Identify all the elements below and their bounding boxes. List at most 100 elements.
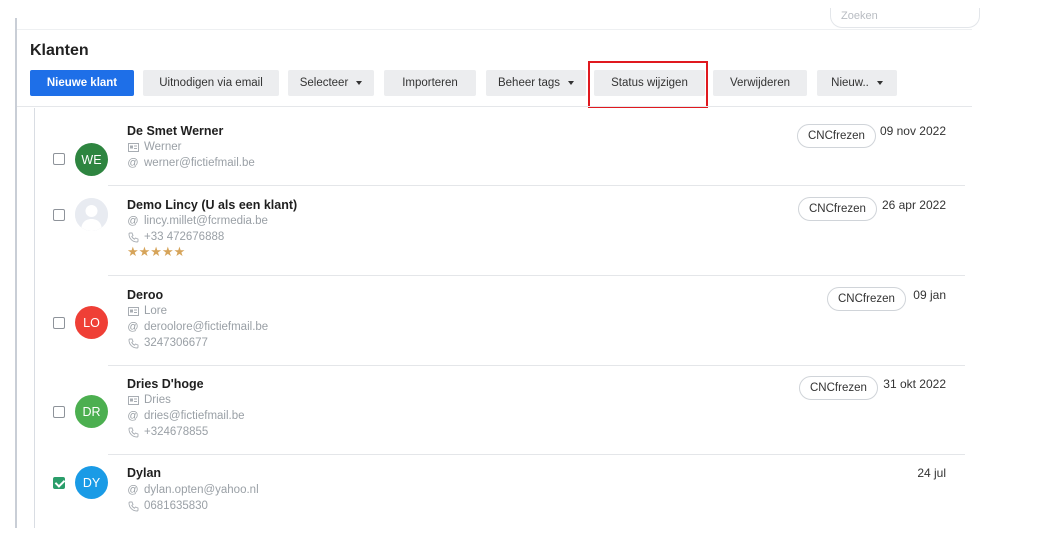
header-divider [17,29,972,30]
user-placeholder-icon [75,198,108,231]
caret-down-icon [356,81,363,85]
phone-line: +33 472676888 [127,231,224,243]
at-icon: @ [127,215,139,227]
select-label: Selecteer [299,77,349,89]
new-more-dropdown-button[interactable]: Nieuw.. [817,70,897,96]
table-row[interactable]: Demo Lincy (U als een klant) @ lincy.mil… [35,186,965,275]
email-text[interactable]: lincy.millet@fcrmedia.be [144,215,268,227]
customer-name[interactable]: De Smet Werner [127,124,223,138]
contact-name: Lore [127,305,167,317]
customer-name[interactable]: Dries D'hoge [127,377,204,391]
change-status-button[interactable]: Status wijzigen [594,70,705,96]
table-row[interactable]: WE De Smet Werner Werner @ werner@fictie… [35,108,965,186]
email-line: @ deroolore@fictiefmail.be [127,321,268,333]
page-title: Klanten [30,42,89,59]
tag-label: CNCfrezen [810,382,867,394]
customers-page: Zoeken Klanten Nieuwe klant Uitnodigen v… [0,0,1038,543]
tag-label: CNCfrezen [808,130,865,142]
search-input[interactable]: Zoeken [830,8,980,28]
avatar: DR [75,395,108,428]
phone-text[interactable]: +324678855 [144,426,208,438]
select-dropdown-button[interactable]: Selecteer [288,70,374,96]
phone-icon [127,337,139,349]
invite-email-button[interactable]: Uitnodigen via email [143,70,279,96]
customer-name[interactable]: Dylan [127,466,161,480]
change-status-label: Status wijzigen [611,77,688,89]
contact-name: Dries [127,394,171,406]
avatar-initials: DR [82,404,101,419]
contact-name: Werner [127,141,182,153]
contact-name-text: Lore [144,305,168,317]
import-button[interactable]: Importeren [384,70,476,96]
tag-label: CNCfrezen [809,203,866,215]
caret-down-icon [568,81,574,85]
at-icon: @ [127,321,139,333]
customer-name[interactable]: Deroo [127,288,163,302]
table-row[interactable]: LO Deroo Lore @ deroolore@fictiefmail.be… [35,276,965,365]
tag-label: CNCfrezen [838,293,895,305]
avatar [75,198,108,231]
at-icon: @ [127,484,139,496]
tag-badge[interactable]: CNCfrezen [797,124,876,148]
row-date: 31 okt 2022 [883,377,946,391]
avatar-initials: WE [81,152,102,167]
table-row[interactable]: DY Dylan @ dylan.opten@yahoo.nl 06816358… [35,455,965,528]
phone-text[interactable]: +33 472676888 [144,231,224,243]
avatar-initials: DY [82,475,101,490]
avatar: DY [75,466,108,499]
phone-text[interactable]: 3247306677 [144,337,208,349]
caret-down-icon [876,81,883,85]
delete-label: Verwijderen [729,77,791,89]
phone-text[interactable]: 0681635830 [144,500,208,512]
tag-badge[interactable]: CNCfrezen [827,287,906,311]
email-text[interactable]: werner@fictiefmail.be [144,157,255,169]
tag-badge[interactable]: CNCfrezen [798,197,877,221]
phone-line: +324678855 [127,426,208,438]
row-date: 24 jul [917,466,946,480]
import-label: Importeren [402,77,458,89]
email-text[interactable]: dylan.opten@yahoo.nl [144,484,259,496]
id-card-icon [127,141,139,153]
id-card-icon [127,305,139,317]
at-icon: @ [127,410,139,422]
tag-badge[interactable]: CNCfrezen [799,376,878,400]
toolbar-divider [17,106,972,107]
contact-name-text: Werner [144,141,182,153]
phone-line: 0681635830 [127,500,208,512]
new-customer-button[interactable]: Nieuwe klant [30,70,134,96]
at-icon: @ [127,157,139,169]
table-row[interactable]: DR Dries D'hoge Dries @ dries@fictiefmai… [35,366,965,454]
contact-name-text: Dries [144,394,171,406]
phone-icon [127,500,139,512]
avatar-initials: LO [83,315,100,330]
panel-border [15,18,17,528]
row-checkbox[interactable] [53,317,65,329]
new-customer-label: Nieuwe klant [46,77,118,89]
id-card-icon [127,394,139,406]
row-checkbox[interactable] [53,406,65,418]
delete-button[interactable]: Verwijderen [713,70,807,96]
invite-email-label: Uitnodigen via email [159,77,263,89]
phone-line: 3247306677 [127,337,208,349]
manage-tags-label: Beheer tags [497,77,560,89]
row-date: 26 apr 2022 [881,198,946,212]
phone-icon [127,426,139,438]
row-date: 09 nov 2022 [879,124,946,138]
row-date: 09 jan [913,288,946,302]
email-line: @ dylan.opten@yahoo.nl [127,484,259,496]
avatar: WE [75,143,108,176]
phone-icon [127,231,139,243]
row-checkbox-checked[interactable] [53,477,65,489]
manage-tags-dropdown-button[interactable]: Beheer tags [486,70,586,96]
email-text[interactable]: dries@fictiefmail.be [144,410,245,422]
rating-stars: ★★★★★ [127,244,186,259]
email-line: @ werner@fictiefmail.be [127,157,255,169]
email-line: @ dries@fictiefmail.be [127,410,245,422]
row-checkbox[interactable] [53,209,65,221]
email-text[interactable]: deroolore@fictiefmail.be [144,321,268,333]
avatar: LO [75,306,108,339]
email-line: @ lincy.millet@fcrmedia.be [127,215,268,227]
customer-name[interactable]: Demo Lincy (U als een klant) [127,198,297,212]
row-checkbox[interactable] [53,153,65,165]
search-placeholder: Zoeken [841,10,878,22]
